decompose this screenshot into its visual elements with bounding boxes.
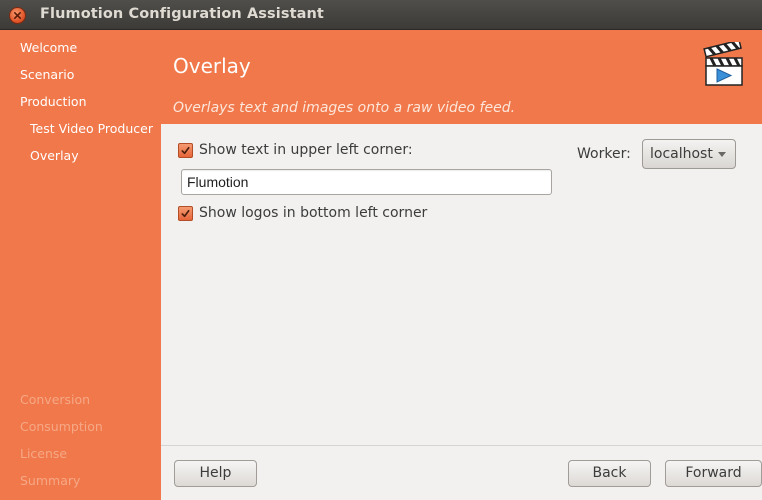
page-title: Overlay (173, 54, 251, 78)
sidebar-item-overlay[interactable]: Overlay (30, 148, 79, 163)
page-content: Show text in upper left corner: Show log… (161, 124, 762, 445)
worker-selected-value: localhost (650, 146, 713, 162)
show-text-label[interactable]: Show text in upper left corner: (199, 142, 413, 158)
sidebar-item-production[interactable]: Production (20, 94, 87, 109)
back-button[interactable]: Back (568, 460, 651, 487)
sidebar-item-summary: Summary (20, 473, 81, 488)
close-icon[interactable] (9, 7, 26, 24)
show-logos-checkbox[interactable] (178, 206, 193, 221)
button-bar: Help Back Forward (161, 445, 762, 500)
worker-label: Worker: (577, 146, 631, 162)
sidebar-item-license: License (20, 446, 68, 461)
page-description: Overlays text and images onto a raw vide… (173, 100, 516, 116)
help-button[interactable]: Help (174, 460, 257, 487)
steps-sidebar: Welcome Scenario Production Test Video P… (0, 30, 161, 500)
page-header: Overlay Overlays text and images onto a … (161, 30, 762, 124)
sidebar-item-scenario[interactable]: Scenario (20, 67, 74, 82)
forward-button[interactable]: Forward (665, 460, 762, 487)
sidebar-item-welcome[interactable]: Welcome (20, 40, 77, 55)
chevron-down-icon (718, 152, 726, 157)
window-title: Flumotion Configuration Assistant (40, 6, 324, 22)
clapperboard-icon (703, 42, 743, 86)
sidebar-item-test-video-producer[interactable]: Test Video Producer (30, 121, 153, 136)
sidebar-item-conversion: Conversion (20, 392, 91, 407)
show-logos-label[interactable]: Show logos in bottom left corner (199, 205, 427, 221)
overlay-text-input[interactable] (181, 169, 552, 195)
title-bar[interactable]: Flumotion Configuration Assistant (0, 0, 762, 30)
show-text-checkbox[interactable] (178, 143, 193, 158)
sidebar-item-consumption: Consumption (20, 419, 103, 434)
worker-select[interactable]: localhost (642, 139, 736, 169)
assistant-window: Flumotion Configuration Assistant Welcom… (0, 0, 762, 500)
